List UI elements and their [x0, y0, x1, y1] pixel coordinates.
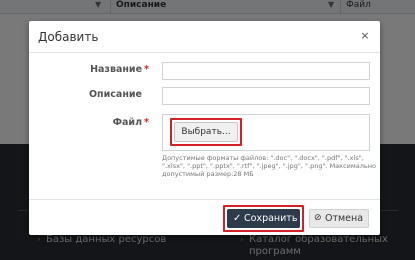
- close-icon[interactable]: ×: [359, 30, 371, 42]
- dialog-header: Добавить ×: [29, 21, 380, 53]
- cancel-icon: ⊘: [314, 213, 322, 223]
- save-button[interactable]: ✓ Сохранить: [227, 209, 300, 228]
- cancel-button-label: Отмена: [325, 213, 364, 224]
- dialog-title: Добавить: [38, 30, 99, 44]
- file-label-text: Файл: [112, 117, 143, 128]
- required-mark: *: [144, 64, 149, 75]
- cancel-button[interactable]: ⊘ Отмена: [309, 209, 369, 228]
- file-format-hint: Допустимые форматы файлов: ".doc", ".doc…: [162, 154, 376, 178]
- add-file-dialog: Добавить × Название * Описание Файл * Выбр…: [29, 21, 380, 235]
- checkmark-icon: ✓: [233, 213, 242, 224]
- choose-file-button[interactable]: Выбрать...: [174, 122, 238, 142]
- description-input[interactable]: [162, 87, 370, 105]
- name-label-text: Название: [90, 64, 143, 75]
- description-label: Описание: [88, 89, 142, 100]
- save-button-label: Сохранить: [244, 213, 298, 224]
- file-drop-area[interactable]: Выбрать...: [162, 114, 370, 151]
- name-input[interactable]: [162, 62, 370, 80]
- dialog-footer: ✓ Сохранить ⊘ Отмена: [29, 199, 380, 235]
- required-mark: *: [144, 117, 149, 128]
- name-label: Название *: [29, 64, 149, 76]
- file-label: Файл *: [29, 117, 149, 129]
